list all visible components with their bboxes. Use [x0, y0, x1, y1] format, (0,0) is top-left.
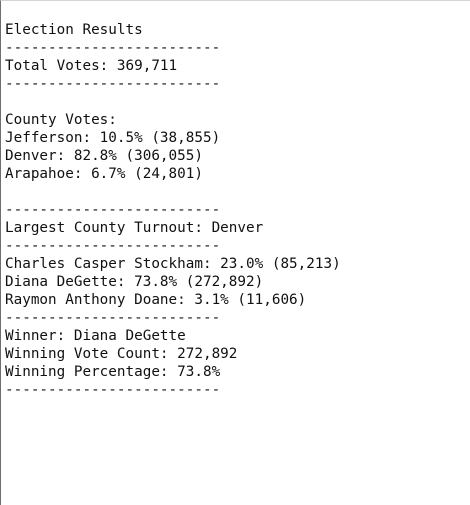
winning-percentage-line: Winning Percentage: 73.8%	[5, 364, 221, 380]
county-votes-header: County Votes:	[5, 112, 117, 128]
separator-line: -------------------------	[5, 76, 221, 92]
results-title: Election Results	[5, 22, 143, 38]
separator-line: -------------------------	[5, 310, 221, 326]
largest-county-line: Largest County Turnout: Denver	[5, 220, 264, 236]
text-viewer-window: Election Results -----------------------…	[0, 0, 470, 505]
separator-line: -------------------------	[5, 40, 221, 56]
separator-line: -------------------------	[5, 202, 221, 218]
county-line-denver: Denver: 82.8% (306,055)	[5, 148, 203, 164]
winning-count-line: Winning Vote Count: 272,892	[5, 346, 238, 362]
candidate-line: Diana DeGette: 73.8% (272,892)	[5, 274, 264, 290]
county-line-jefferson: Jefferson: 10.5% (38,855)	[5, 130, 221, 146]
candidate-line: Charles Casper Stockham: 23.0% (85,213)	[5, 256, 341, 272]
county-line-arapahoe: Arapahoe: 6.7% (24,801)	[5, 166, 203, 182]
winner-line: Winner: Diana DeGette	[5, 328, 186, 344]
candidate-line: Raymon Anthony Doane: 3.1% (11,606)	[5, 292, 307, 308]
separator-line: -------------------------	[5, 382, 221, 398]
total-votes-line: Total Votes: 369,711	[5, 58, 178, 74]
separator-line: -------------------------	[5, 238, 221, 254]
election-results-text: Election Results -----------------------…	[5, 21, 465, 399]
